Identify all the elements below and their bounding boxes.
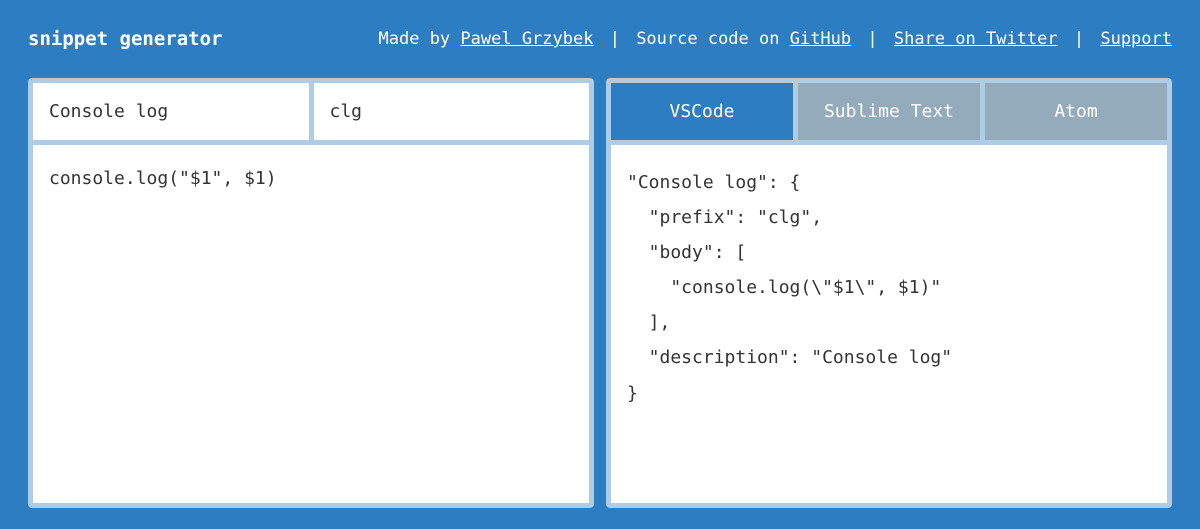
tab-atom[interactable]: Atom xyxy=(980,83,1167,140)
inputs-row xyxy=(33,83,589,145)
app-title: snippet generator xyxy=(28,28,222,50)
made-by-label: Made by xyxy=(379,29,461,49)
separator: | xyxy=(599,29,630,49)
input-panel xyxy=(28,78,594,508)
trigger-input[interactable] xyxy=(314,83,590,140)
share-twitter-link[interactable]: Share on Twitter xyxy=(894,29,1058,49)
tab-sublime[interactable]: Sublime Text xyxy=(793,83,980,140)
snippet-body-textarea[interactable] xyxy=(33,145,589,503)
output-panel: VSCode Sublime Text Atom "Console log": … xyxy=(606,78,1172,508)
header: snippet generator Made by Pawel Grzybek … xyxy=(0,0,1200,78)
header-links: Made by Pawel Grzybek | Source code on G… xyxy=(379,29,1172,49)
output-code[interactable]: "Console log": { "prefix": "clg", "body"… xyxy=(611,145,1167,503)
source-label: Source code on xyxy=(636,29,790,49)
main: VSCode Sublime Text Atom "Console log": … xyxy=(0,78,1200,508)
tabs-row: VSCode Sublime Text Atom xyxy=(611,83,1167,145)
author-link[interactable]: Pawel Grzybek xyxy=(460,29,593,49)
separator: | xyxy=(1064,29,1095,49)
tab-vscode[interactable]: VSCode xyxy=(611,83,793,140)
github-link[interactable]: GitHub xyxy=(790,29,851,49)
separator: | xyxy=(857,29,888,49)
support-link[interactable]: Support xyxy=(1100,29,1172,49)
description-input[interactable] xyxy=(33,83,314,140)
